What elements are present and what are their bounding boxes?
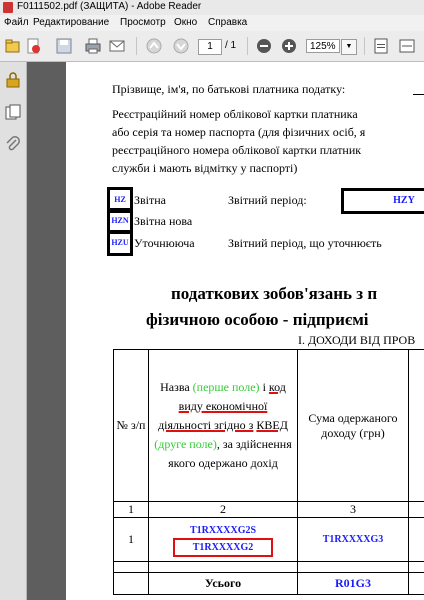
zoom-dropdown-icon[interactable]: ▼ xyxy=(341,39,357,55)
menu-view[interactable]: Просмотр xyxy=(120,17,166,28)
col-num-3: 3 xyxy=(297,501,409,518)
col-extra xyxy=(408,349,424,502)
pdf-icon xyxy=(3,2,13,13)
print-icon[interactable] xyxy=(84,37,102,55)
open-icon[interactable] xyxy=(4,37,22,55)
navigation-sidebar xyxy=(0,62,27,600)
income-sum-field[interactable]: T1RXXXXG3 xyxy=(297,517,409,562)
reg-line-4: служби і мають відмітку у паспорті) xyxy=(112,161,298,175)
col-num-2: 2 xyxy=(148,501,298,518)
row-number: 1 xyxy=(113,517,149,562)
create-pdf-icon[interactable] xyxy=(24,37,42,55)
document-viewer[interactable]: Прізвище, ім'я, по батькові платника под… xyxy=(27,62,424,600)
col-number-header: № з/п xyxy=(113,349,149,502)
previous-page-icon[interactable] xyxy=(145,37,163,55)
col-name-header: Назва (перше поле) і код виду економічно… xyxy=(148,349,298,502)
taxpayer-name-label: Прізвище, ім'я, по батькові платника под… xyxy=(112,82,346,96)
fit-page-icon[interactable] xyxy=(372,37,390,55)
activity-cell: T1RXXXXG2S T1RXXXXG2 xyxy=(148,517,298,562)
menu-file[interactable]: Файл xyxy=(4,17,29,28)
lock-icon[interactable] xyxy=(5,72,21,88)
period-label: Звітний період: xyxy=(228,193,307,207)
section-title: I. ДОХОДИ ВІД ПРОВ xyxy=(298,333,416,347)
next-page-icon[interactable] xyxy=(172,37,190,55)
report-type-reporting: Звітна xyxy=(134,193,167,207)
page-number-input[interactable]: 1 xyxy=(198,39,222,55)
period-clarify-label: Звітний період, що уточнюєть xyxy=(228,236,382,250)
hzu-field[interactable]: HZU xyxy=(107,230,133,256)
document-page: Прізвище, ім'я, по батькові платника под… xyxy=(66,62,424,600)
menu-window[interactable]: Окно xyxy=(174,17,197,28)
zoom-out-icon[interactable] xyxy=(255,37,273,55)
menu-help[interactable]: Справка xyxy=(208,17,247,28)
save-icon[interactable] xyxy=(55,37,73,55)
zoom-input[interactable]: 125% xyxy=(306,39,340,53)
title-bar: F0111502.pdf (ЗАЩИТА) - Adobe Reader xyxy=(0,0,424,16)
reg-line-3: реєстраційного номера облікової картки п… xyxy=(112,143,362,157)
fit-width-icon[interactable] xyxy=(398,37,416,55)
income-table: № з/п Назва (перше поле) і код виду екон… xyxy=(113,349,424,595)
window-title: F0111502.pdf (ЗАЩИТА) - Adobe Reader xyxy=(17,1,202,12)
zoom-in-icon[interactable] xyxy=(280,37,298,55)
col-num-1: 1 xyxy=(113,501,149,518)
activity-name-field[interactable]: T1RXXXXG2S xyxy=(149,523,297,538)
heading-line-2: фізичною особою - підприємі xyxy=(146,310,369,329)
reg-line-1: Реєстраційний номер облікової картки пла… xyxy=(112,107,358,121)
report-type-clarifying: Уточнююча xyxy=(134,236,195,250)
period-field[interactable]: HZY xyxy=(341,188,424,214)
email-icon[interactable] xyxy=(108,37,126,55)
col-sum-header: Сума одержаного доходу (грн) xyxy=(297,349,409,502)
report-type-new: Звітна нова xyxy=(134,214,193,228)
attachments-icon[interactable] xyxy=(5,136,21,152)
toolbar: 1 / 1 125% ▼ xyxy=(0,31,424,62)
activity-code-field[interactable]: T1RXXXXG2 xyxy=(172,537,274,557)
menu-edit[interactable]: Редактирование xyxy=(33,17,109,28)
total-field[interactable]: R01G3 xyxy=(297,572,409,595)
page-total: / 1 xyxy=(225,40,237,51)
total-label: Усього xyxy=(148,572,298,595)
reg-line-2: або серія та номер паспорта (для фізични… xyxy=(112,125,366,139)
pages-panel-icon[interactable] xyxy=(5,104,21,120)
heading-line-1: податкових зобов'язань з п xyxy=(171,284,378,303)
menu-bar: Файл Редактирование Просмотр Окно Справк… xyxy=(0,15,424,31)
